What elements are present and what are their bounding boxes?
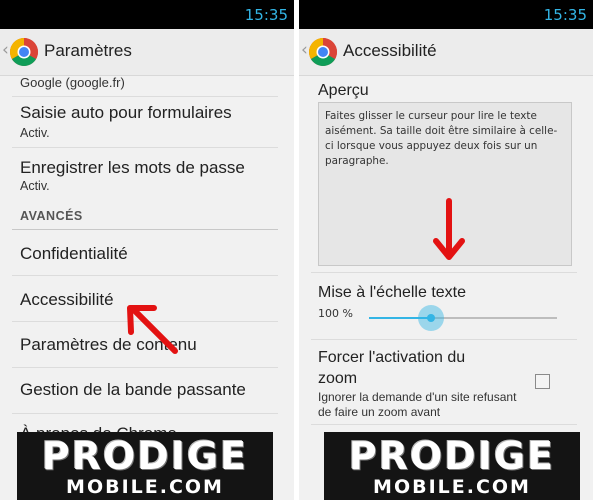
divider xyxy=(311,424,577,425)
settings-item-status: Activ. xyxy=(20,126,50,140)
settings-item-label: Gestion de la bande passante xyxy=(20,380,246,399)
settings-item-label: Confidentialité xyxy=(20,244,128,263)
settings-item-label: Google (google.fr) xyxy=(20,75,125,90)
watermark-logo: PRODIGE MOBILE.COM xyxy=(324,432,580,500)
section-header-advanced: AVANCÉS xyxy=(20,209,83,223)
settings-item-autofill[interactable]: Saisie auto pour formulaires Activ. xyxy=(12,97,278,148)
settings-item-label: Saisie auto pour formulaires xyxy=(20,103,232,122)
settings-screen: 15:35 ‹ Paramètres Google (google.fr) Sa… xyxy=(0,0,294,500)
red-arrow-icon xyxy=(127,305,178,354)
watermark-line2: MOBILE.COM xyxy=(66,476,224,498)
settings-item-label: Accessibilité xyxy=(20,290,114,309)
force-zoom-checkbox[interactable] xyxy=(535,374,550,389)
page-title: Paramètres xyxy=(44,41,132,60)
text-scaling-label: Mise à l'échelle texte xyxy=(318,284,467,301)
settings-item-privacy[interactable]: Confidentialité xyxy=(12,230,278,276)
status-clock: 15:35 xyxy=(244,6,288,24)
chrome-logo-icon[interactable] xyxy=(308,37,338,67)
watermark-line1: PRODIGE xyxy=(41,434,249,478)
page-title: Accessibilité xyxy=(343,41,437,60)
slider-thumb[interactable] xyxy=(418,305,445,331)
action-bar: ‹ Accessibilité xyxy=(299,29,593,76)
status-clock: 15:35 xyxy=(543,6,587,24)
watermark-logo: PRODIGE MOBILE.COM xyxy=(17,432,273,500)
red-arrow-icon xyxy=(433,198,465,260)
settings-item-save-passwords[interactable]: Enregistrer les mots de passe Activ. xyxy=(12,148,278,198)
status-bar: 15:35 xyxy=(299,0,593,29)
watermark-line2: MOBILE.COM xyxy=(373,476,531,498)
settings-item-status: Activ. xyxy=(20,179,50,193)
force-zoom-label: Forcer l'activation du zoom xyxy=(318,349,466,387)
status-bar: 15:35 xyxy=(0,0,294,29)
divider xyxy=(311,339,577,340)
action-bar: ‹ Paramètres xyxy=(0,29,294,76)
text-scaling-slider[interactable] xyxy=(369,305,557,331)
chrome-logo-icon[interactable] xyxy=(9,37,39,67)
force-zoom-description: Ignorer la demande d'un site refusant de… xyxy=(318,390,517,419)
watermark-line1: PRODIGE xyxy=(348,434,556,478)
settings-item-bandwidth[interactable]: Gestion de la bande passante xyxy=(12,368,278,414)
settings-item-google[interactable]: Google (google.fr) xyxy=(12,75,278,97)
divider xyxy=(311,272,577,273)
settings-item-label: Enregistrer les mots de passe xyxy=(20,158,245,177)
accessibility-screen: 15:35 ‹ Accessibilité Aperçu Faites glis… xyxy=(299,0,593,500)
text-scaling-value: 100 % xyxy=(318,307,353,320)
preview-label: Aperçu xyxy=(318,82,369,99)
